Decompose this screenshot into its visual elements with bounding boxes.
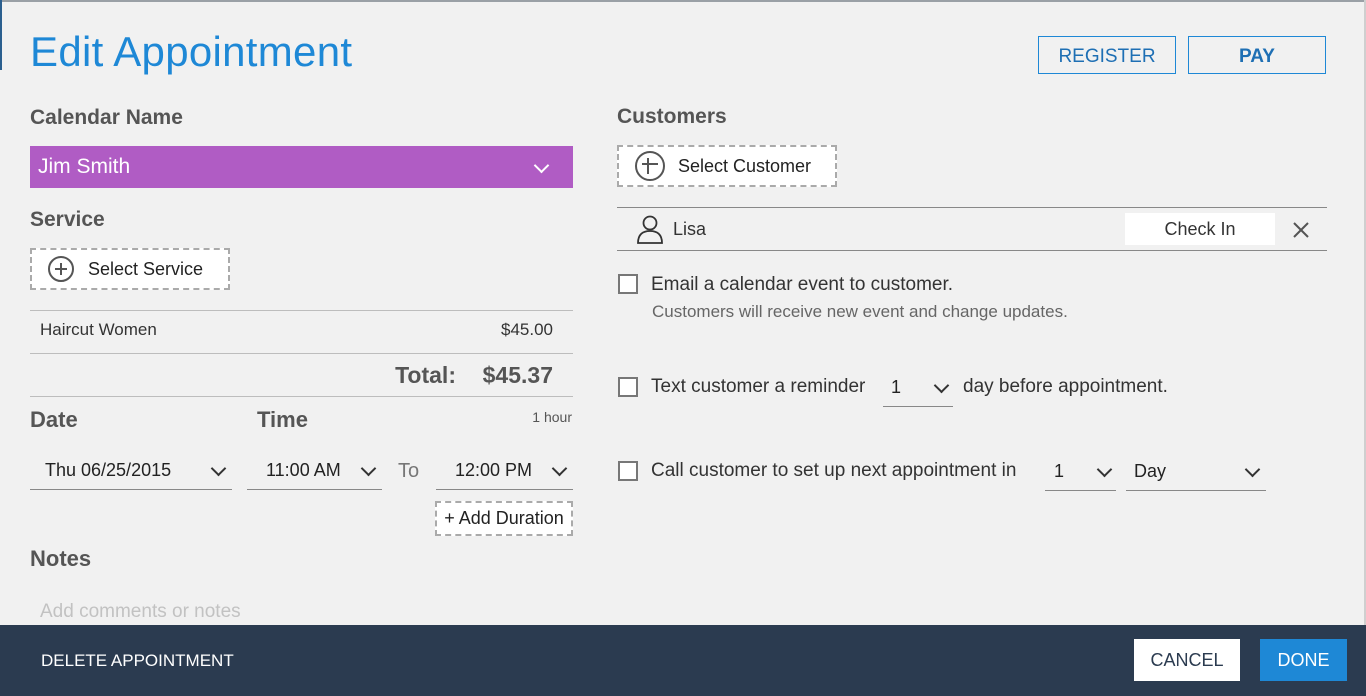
register-button[interactable]: REGISTER xyxy=(1038,36,1176,74)
start-time-select[interactable]: 11:00 AM xyxy=(247,452,382,490)
delete-appointment-button[interactable]: DELETE APPOINTMENT xyxy=(41,651,234,671)
chevron-down-icon xyxy=(533,157,550,174)
select-service-button[interactable]: Select Service xyxy=(30,248,230,290)
reminder-days-select[interactable]: 1 xyxy=(883,369,953,407)
divider xyxy=(30,396,573,397)
call-unit-value: Day xyxy=(1134,461,1167,481)
divider xyxy=(30,310,573,311)
customer-name: Lisa xyxy=(673,219,707,239)
duration-text: 1 hour xyxy=(532,409,572,425)
divider xyxy=(617,207,1327,208)
end-time-value: 12:00 PM xyxy=(455,460,533,480)
service-item-price: $45.00 xyxy=(501,320,553,339)
reminder-days-value: 1 xyxy=(891,377,902,397)
email-option-label: Email a calendar event to customer. xyxy=(651,274,954,295)
end-time-select[interactable]: 12:00 PM xyxy=(436,452,573,490)
notes-label: Notes xyxy=(30,546,92,571)
pay-button[interactable]: PAY xyxy=(1188,36,1326,74)
start-time-value: 11:00 AM xyxy=(266,460,341,480)
done-button[interactable]: DONE xyxy=(1260,639,1347,681)
add-duration-button[interactable]: + Add Duration xyxy=(435,501,573,536)
select-customer-button[interactable]: Select Customer xyxy=(617,145,837,187)
service-label: Service xyxy=(30,208,105,231)
date-select[interactable]: Thu 06/25/2015 xyxy=(30,452,232,490)
plus-circle-icon xyxy=(635,151,665,181)
to-label: To xyxy=(398,460,420,482)
chevron-down-icon xyxy=(1244,461,1261,477)
check-in-button[interactable]: Check In xyxy=(1125,213,1275,245)
email-option-subtext: Customers will receive new event and cha… xyxy=(652,302,1068,321)
email-checkbox[interactable] xyxy=(618,274,638,294)
date-label: Date xyxy=(30,407,78,432)
time-label: Time xyxy=(257,407,308,432)
calendar-name-label: Calendar Name xyxy=(30,106,183,129)
close-icon[interactable] xyxy=(1290,219,1312,241)
chevron-down-icon xyxy=(933,377,950,393)
page-title: Edit Appointment xyxy=(30,28,353,75)
plus-circle-icon xyxy=(48,256,74,282)
call-interval-value: 1 xyxy=(1054,461,1065,481)
cancel-button[interactable]: CANCEL xyxy=(1134,639,1240,681)
text-reminder-suffix: day before appointment. xyxy=(963,376,1168,397)
chevron-down-icon xyxy=(551,460,568,476)
chevron-down-icon xyxy=(1096,461,1113,477)
text-reminder-prefix: Text customer a reminder xyxy=(651,376,866,397)
divider xyxy=(30,353,573,354)
divider xyxy=(617,250,1327,251)
notes-input[interactable]: Add comments or notes xyxy=(40,601,241,623)
select-customer-label: Select Customer xyxy=(678,155,812,176)
chevron-down-icon xyxy=(210,460,227,476)
service-item-name: Haircut Women xyxy=(40,320,157,339)
date-value: Thu 06/25/2015 xyxy=(45,460,172,480)
call-interval-select[interactable]: 1 xyxy=(1045,453,1116,491)
calendar-select[interactable]: Jim Smith xyxy=(30,146,573,188)
window-top-border xyxy=(0,0,1366,2)
call-customer-checkbox[interactable] xyxy=(618,461,638,481)
select-service-label: Select Service xyxy=(88,258,204,279)
total-label: Total: xyxy=(395,362,456,388)
window-left-border xyxy=(0,0,2,70)
chevron-down-icon xyxy=(360,460,377,476)
calendar-selected-value: Jim Smith xyxy=(38,155,131,178)
text-reminder-checkbox[interactable] xyxy=(618,377,638,397)
call-unit-select[interactable]: Day xyxy=(1126,453,1266,491)
call-customer-prefix: Call customer to set up next appointment… xyxy=(651,460,1017,481)
user-icon xyxy=(636,214,664,244)
total-value: $45.37 xyxy=(482,362,553,388)
customers-label: Customers xyxy=(617,105,727,128)
